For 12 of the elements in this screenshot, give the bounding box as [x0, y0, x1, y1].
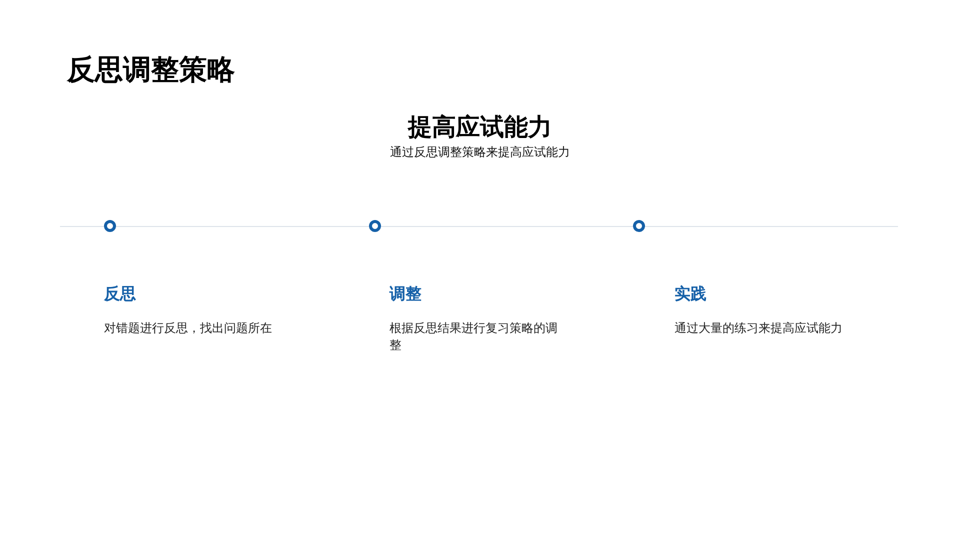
heading: 提高应试能力	[408, 113, 552, 143]
timeline-marker-icon	[104, 220, 116, 232]
timeline-marker-icon	[633, 220, 646, 232]
step-description: 根据反思结果进行复习策略的调整	[389, 320, 558, 354]
step-title: 实践	[674, 285, 707, 305]
step-title: 调整	[389, 285, 422, 305]
slide-title: 反思调整策略	[67, 53, 235, 87]
subtitle: 通过反思调整策略来提高应试能力	[390, 144, 570, 160]
step-title: 反思	[104, 285, 136, 305]
step-description: 通过大量的练习来提高应试能力	[674, 320, 844, 337]
step-description: 对错题进行反思，找出问题所在	[104, 320, 273, 337]
timeline-marker-icon	[368, 220, 381, 232]
